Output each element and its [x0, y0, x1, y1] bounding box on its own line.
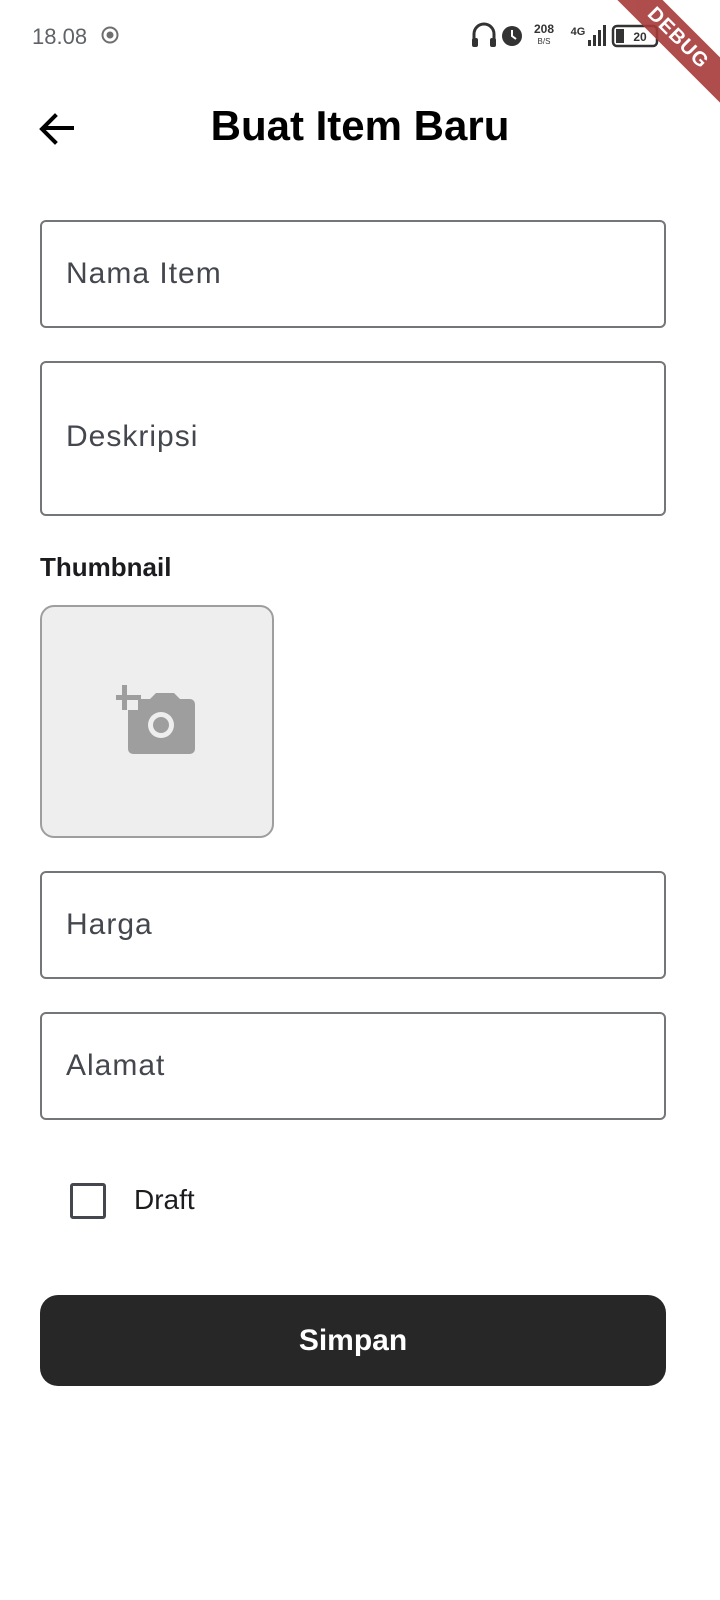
- draft-label: Draft: [134, 1184, 195, 1215]
- network-type: 4G: [571, 26, 586, 38]
- page-title: Buat Item Baru: [210, 102, 510, 149]
- net-speed-value: 208: [534, 22, 554, 36]
- status-time: 18.08: [32, 24, 88, 49]
- price-field[interactable]: [40, 871, 666, 979]
- thumbnail-label: Thumbnail: [40, 552, 172, 582]
- svg-text:20: 20: [633, 30, 647, 44]
- item-name-field[interactable]: [40, 220, 666, 328]
- description-field[interactable]: [40, 361, 666, 516]
- app-bar: Buat Item Baru: [0, 80, 720, 176]
- headphones-icon: [472, 22, 496, 47]
- status-bar: 18.08 208 B/S 4G 20 DEBUG: [0, 0, 720, 121]
- description-input[interactable]: [42, 363, 664, 514]
- draft-checkbox-row[interactable]: Draft: [40, 1160, 440, 1240]
- save-button[interactable]: Simpan: [40, 1295, 666, 1386]
- item-name-input[interactable]: [42, 222, 664, 326]
- draft-checkbox[interactable]: [70, 1183, 106, 1219]
- notification-icon: [101, 26, 119, 44]
- add-photo-icon: [116, 685, 195, 754]
- net-speed-unit: B/S: [538, 37, 551, 46]
- address-field[interactable]: [40, 1012, 666, 1120]
- price-input[interactable]: [42, 873, 664, 977]
- address-input[interactable]: [42, 1014, 664, 1118]
- signal-icon: [588, 25, 606, 46]
- thumbnail-picker[interactable]: [40, 605, 274, 838]
- alarm-icon: [502, 26, 522, 46]
